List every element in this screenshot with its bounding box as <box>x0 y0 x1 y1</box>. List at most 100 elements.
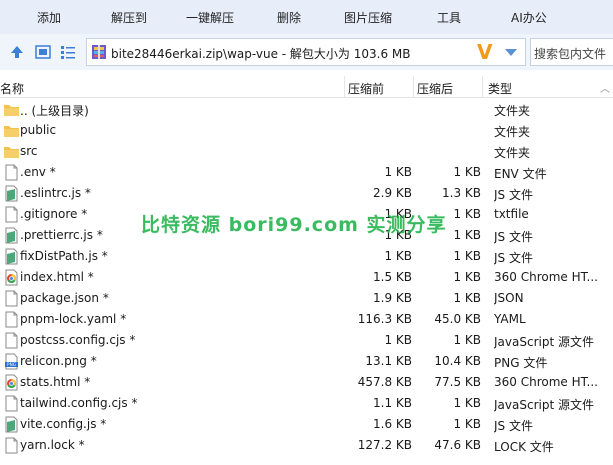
file-type: LOCK 文件 <box>494 440 554 454</box>
file-name: relicon.png * <box>20 354 97 368</box>
file-size: 127.2 KB <box>357 438 412 452</box>
file-type: 360 Chrome HT... <box>494 375 598 389</box>
image-compress-button[interactable]: 图片压缩 <box>344 9 392 26</box>
add-button[interactable]: 添加 <box>37 9 61 26</box>
file-name: package.json * <box>20 291 109 305</box>
file-row[interactable]: package.json * 1.9 KB 1 KB JSON <box>0 288 613 309</box>
file-icon <box>4 311 19 328</box>
file-row[interactable]: .eslintrc.js * 2.9 KB 1.3 KB JS 文件 <box>0 183 613 204</box>
file-type: JS 文件 <box>494 251 533 265</box>
chevron-up-icon[interactable]: ︿ <box>600 80 610 95</box>
file-row[interactable]: postcss.config.cjs * 1 KB 1 KB JavaScript 源… <box>0 330 613 351</box>
column-name[interactable]: 名称 <box>0 80 24 97</box>
file-type: txtfile <box>494 207 529 221</box>
tools-button[interactable]: 工具 <box>437 9 461 26</box>
file-type: JS 文件 <box>494 188 533 202</box>
file-row[interactable]: fixDistPath.js * 1 KB 1 KB JS 文件 <box>0 246 613 267</box>
file-type: 文件夹 <box>494 146 531 160</box>
file-type: PNG 文件 <box>494 356 548 370</box>
file-name: .eslintrc.js * <box>20 186 91 200</box>
up-arrow-icon[interactable] <box>9 44 25 60</box>
file-size: 1 KB <box>384 165 412 179</box>
one-click-extract-button[interactable]: 一键解压 <box>186 9 234 26</box>
svg-text:PNG: PNG <box>7 362 16 367</box>
js-file-icon <box>4 185 19 202</box>
file-size: 1 KB <box>384 333 412 347</box>
column-divider[interactable] <box>344 76 345 97</box>
file-packed-size: 1 KB <box>453 165 481 179</box>
file-type: JavaScript 源文件 <box>494 398 594 412</box>
file-name: pnpm-lock.yaml * <box>20 312 127 326</box>
details-view-icon[interactable] <box>60 44 76 60</box>
address-dropdown-icon[interactable] <box>505 49 517 56</box>
png-file-icon: PNG <box>4 353 19 370</box>
address-bar[interactable]: bite28446erkai.zip\wap-vue - 解包大小为 103.6… <box>86 38 526 66</box>
view-mode-icon[interactable] <box>35 44 51 60</box>
file-type: 文件夹 <box>494 125 531 139</box>
file-row[interactable]: vite.config.js * 1.6 KB 1 KB JS 文件 <box>0 414 613 435</box>
file-size: 1.9 KB <box>373 291 412 305</box>
file-row[interactable]: index.html * 1.5 KB 1 KB 360 Chrome HT... <box>0 267 613 288</box>
file-name: public <box>20 123 57 137</box>
column-divider[interactable] <box>482 76 483 97</box>
file-name: src <box>20 144 38 158</box>
file-size: 116.3 KB <box>357 312 412 326</box>
file-type: JavaScript 源文件 <box>494 335 594 349</box>
file-packed-size: 1 KB <box>453 333 481 347</box>
file-icon <box>4 332 19 349</box>
js-file-icon <box>4 227 19 244</box>
file-row[interactable]: public 文件夹 <box>0 120 613 141</box>
js-file-icon <box>4 416 19 433</box>
file-size: 457.8 KB <box>357 375 412 389</box>
file-packed-size: 1 KB <box>453 417 481 431</box>
file-packed-size: 1 KB <box>453 249 481 263</box>
file-name: vite.config.js * <box>20 417 107 431</box>
file-icon <box>4 290 19 307</box>
file-row[interactable]: .. (上级目录) 文件夹 <box>0 99 613 120</box>
file-name: postcss.config.cjs * <box>20 333 136 347</box>
folder-icon <box>4 101 19 118</box>
file-row[interactable]: src 文件夹 <box>0 141 613 162</box>
file-icon <box>4 395 19 412</box>
ai-office-button[interactable]: AI办公 <box>511 9 547 26</box>
file-row[interactable]: yarn.lock * 127.2 KB 47.6 KB LOCK 文件 <box>0 435 613 456</box>
file-name: stats.html * <box>20 375 91 389</box>
search-input[interactable]: 搜索包内文件 <box>530 38 613 66</box>
extract-to-button[interactable]: 解压到 <box>111 9 147 26</box>
file-size: 1.6 KB <box>373 417 412 431</box>
column-header: 名称 压缩前 压缩后 类型 ︿ <box>0 76 613 98</box>
column-size[interactable]: 压缩前 <box>348 80 384 97</box>
file-row[interactable]: PNG relicon.png * 13.1 KB 10.4 KB PNG 文件 <box>0 351 613 372</box>
file-row[interactable]: pnpm-lock.yaml * 116.3 KB 45.0 KB YAML <box>0 309 613 330</box>
zip-archive-icon <box>92 45 106 59</box>
folder-icon <box>4 122 19 139</box>
file-row[interactable]: stats.html * 457.8 KB 77.5 KB 360 Chrome HT… <box>0 372 613 393</box>
file-size: 1.5 KB <box>373 270 412 284</box>
file-size: 1 KB <box>384 249 412 263</box>
file-name: fixDistPath.js * <box>20 249 108 263</box>
file-packed-size: 1 KB <box>453 291 481 305</box>
file-type: 360 Chrome HT... <box>494 270 598 284</box>
js-file-icon <box>4 248 19 265</box>
file-size: 1.1 KB <box>373 396 412 410</box>
file-packed-size: 47.6 KB <box>434 438 481 452</box>
toolbar: 添加 解压到 一键解压 删除 图片压缩 工具 AI办公 <box>0 0 613 34</box>
watermark: 比特资源 bori99.com 实测分享 <box>141 214 447 236</box>
column-divider[interactable] <box>413 76 414 97</box>
file-type: JSON <box>494 291 524 305</box>
column-packed[interactable]: 压缩后 <box>417 80 453 97</box>
file-name: yarn.lock * <box>20 438 85 452</box>
file-name: .env * <box>20 165 56 179</box>
file-name: index.html * <box>20 270 94 284</box>
file-row[interactable]: tailwind.config.cjs * 1.1 KB 1 KB JavaScrip… <box>0 393 613 414</box>
file-row[interactable]: .env * 1 KB 1 KB ENV 文件 <box>0 162 613 183</box>
file-size: 13.1 KB <box>365 354 412 368</box>
file-name: .. (上级目录) <box>20 104 89 118</box>
delete-button[interactable]: 删除 <box>277 9 301 26</box>
file-packed-size: 10.4 KB <box>434 354 481 368</box>
file-packed-size: 77.5 KB <box>434 375 481 389</box>
file-packed-size: 45.0 KB <box>434 312 481 326</box>
column-type[interactable]: 类型 <box>488 80 512 97</box>
file-size: 2.9 KB <box>373 186 412 200</box>
file-packed-size: 1 KB <box>453 270 481 284</box>
